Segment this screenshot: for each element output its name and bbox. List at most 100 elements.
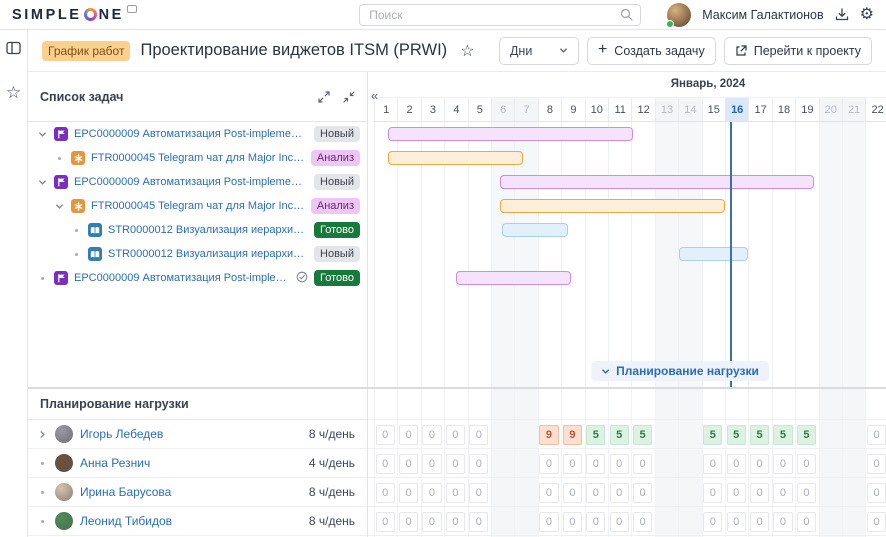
person-name[interactable]: Анна Резнич [80,456,302,470]
time-scale-value: Дни [509,43,533,58]
load-cell: 0 [375,453,395,474]
logo-text: NE [98,6,124,23]
load-cell: 0 [469,482,489,503]
status-badge: Новый [314,126,360,142]
user-name[interactable]: Максим Галактионов [702,8,823,22]
day-header-cell: 5 [467,98,491,122]
task-row[interactable]: STR0000012 Визуализация иерархической...… [28,218,367,242]
weekend-column [842,122,866,387]
gantt-bar[interactable] [501,223,569,237]
load-cell: 0 [539,482,559,503]
load-cell: 0 [398,511,419,532]
day-header-cell: 13 [654,98,679,122]
status-badge: Готово [314,270,360,286]
gantt-bar[interactable] [388,151,523,165]
load-cell: 0 [796,511,817,532]
gantt-month-row [368,72,886,98]
load-cell: 0 [398,453,419,474]
favorite-toggle-icon[interactable]: ☆ [460,41,474,61]
goto-project-button[interactable]: Перейти к проекту [723,36,872,65]
task-list-panel: Список задач EPC0000009 Автоматизация Po… [28,72,368,387]
epic-icon [54,271,68,285]
load-planning-toggle[interactable]: Планирование нагрузки [591,361,769,381]
task-list-header: Список задач [28,72,367,122]
person-name[interactable]: Ирина Барусова [80,485,302,499]
left-rail: ☆ [0,30,28,537]
load-cell: 0 [445,511,466,532]
task-label[interactable]: EPC0000009 Автоматизация Post-implementa… [74,176,308,188]
person-name[interactable]: Леонид Тибидов [80,514,302,528]
task-row[interactable]: FTR0000045 Telegram чат для Major Incide… [28,146,367,170]
gantt-bar[interactable] [500,175,814,189]
chevron-down-icon[interactable] [36,178,48,187]
app-logo[interactable]: SIMPLE NE [12,4,137,23]
task-label[interactable]: EPC0000009 Автоматизация Post-implementa… [74,272,290,284]
task-label[interactable]: EPC0000009 Автоматизация Post-implementa… [74,128,308,140]
day-header-cell: 19 [795,98,819,122]
load-cell: 0 [375,424,395,445]
create-task-button[interactable]: + Создать задачу [586,36,716,65]
chevron-down-icon[interactable] [53,202,65,211]
task-label[interactable]: FTR0000045 Telegram чат для Major Incide… [91,200,305,212]
epic-icon [54,127,68,141]
day-header-cell: 11 [608,98,632,122]
load-row[interactable]: Леонид Тибидов 8 ч/день [28,507,367,536]
load-cell: 0 [375,482,395,503]
load-cell: 5 [703,424,723,445]
chevron-down-icon [602,368,610,374]
load-cell: 0 [866,482,886,503]
time-scale-select[interactable]: Дни [498,36,579,65]
task-label[interactable]: FTR0000045 Telegram чат для Major Incide… [91,152,305,164]
gantt-chart: « Январь, 2024 1 2 3 4 5 6 7 8 9 10 11 12 13 14 15 16 17… [368,72,886,387]
task-row[interactable]: EPC0000009 Автоматизация Post-implementa… [28,266,367,290]
task-label[interactable]: STR0000012 Визуализация иерархической... [108,248,308,260]
load-cell: 0 [445,482,466,503]
day-header-cell: 8 [537,98,562,122]
chevron-down-icon[interactable] [36,130,48,139]
chevron-down-icon [560,48,567,53]
gantt-bar[interactable] [388,127,633,141]
load-row[interactable]: Ирина Барусова 8 ч/день [28,478,367,507]
load-cell: 0 [422,453,442,474]
load-planning-section: Планирование нагрузки Игорь Лебедев 8 ч/д… [28,387,886,537]
logo-text: SIMPLE [12,6,82,23]
load-cell: 0 [866,453,886,474]
task-row[interactable]: EPC0000009 Автоматизация Post-implementa… [28,122,367,146]
gantt-column [584,122,608,387]
global-search [359,3,642,26]
load-cell: 0 [703,482,723,503]
favorites-star-icon[interactable]: ☆ [6,84,21,101]
person-name[interactable]: Игорь Лебедев [80,427,302,441]
weekend-column [818,122,842,387]
day-header-cell: 16 [725,98,749,122]
gantt-column [537,122,561,387]
gantt-bar[interactable] [679,247,749,261]
settings-gear-button[interactable]: ⚙ [860,6,874,23]
task-label[interactable]: STR0000012 Визуализация иерархической... [108,224,308,236]
person-hours: 8 ч/день [308,485,355,499]
load-cell: 0 [773,482,793,503]
load-row[interactable]: Анна Резнич 4 ч/день [28,449,367,478]
day-header-cell: 7 [514,98,538,122]
task-row[interactable]: STR0000012 Визуализация иерархической...… [28,242,367,266]
expand-all-icon[interactable] [318,90,330,103]
task-row[interactable]: FTR0000045 Telegram чат для Major Incide… [28,194,367,218]
load-cell: 0 [586,482,606,503]
side-panel-toggle-icon[interactable] [6,41,21,60]
user-avatar[interactable] [666,2,692,28]
load-cell: 0 [726,482,746,503]
task-row[interactable]: EPC0000009 Автоматизация Post-implementa… [28,170,367,194]
load-row[interactable]: Игорь Лебедев 8 ч/день [28,420,367,449]
gantt-bar[interactable] [455,271,571,285]
collapse-panel-button[interactable]: « [371,88,378,103]
collapse-all-icon[interactable] [343,90,355,103]
load-cell: 0 [703,453,723,474]
download-button[interactable] [835,8,849,21]
leaf-dot-icon [36,519,48,523]
leaf-dot-icon [36,490,48,494]
weekend-column [818,389,842,537]
chevron-right-icon[interactable] [36,430,48,439]
gantt-bar[interactable] [500,199,725,213]
load-rows: Игорь Лебедев 8 ч/день Анна Резнич 4 ч/день… [28,420,367,536]
search-input[interactable] [359,3,642,26]
